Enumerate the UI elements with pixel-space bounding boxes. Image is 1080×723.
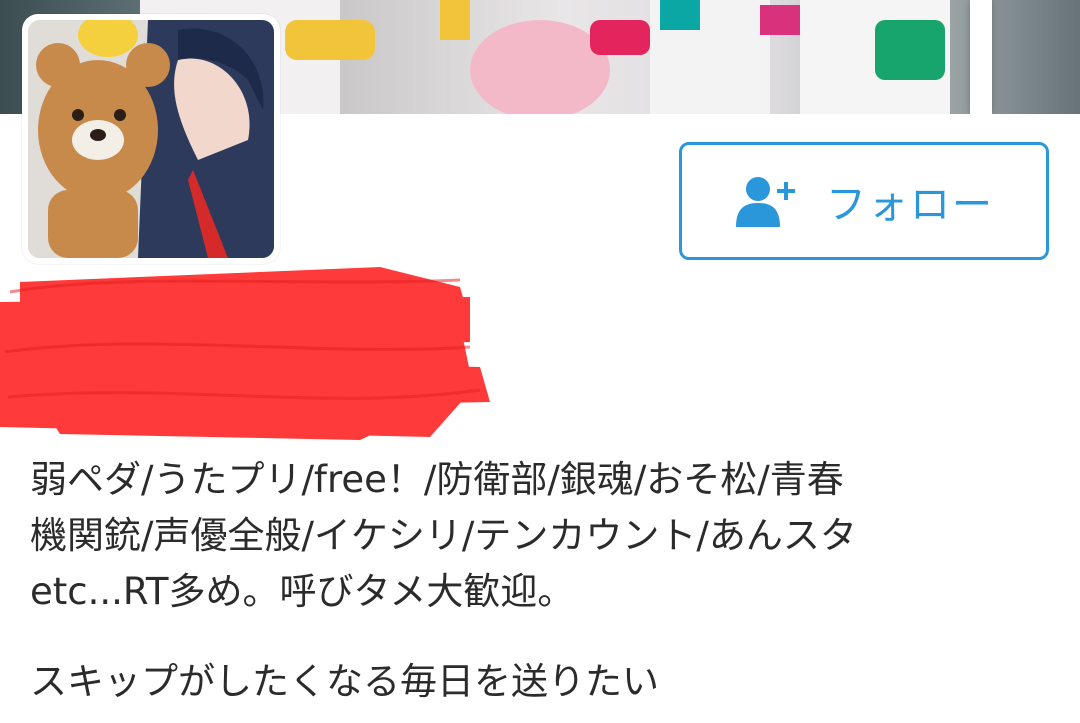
banner-photo-frame [970, 0, 992, 114]
follow-button[interactable]: フォロー [679, 142, 1049, 260]
bio-line: 弱ペダ/うたプリ/free！/防衛部/銀魂/おそ松/青春 [30, 458, 844, 501]
follow-button-label: フォロー [826, 182, 994, 228]
add-user-icon [736, 177, 795, 227]
bio-line: etc...RT多め。呼びタメ大歓迎。 [30, 570, 575, 613]
profile-avatar[interactable] [22, 14, 280, 264]
avatar-image [28, 20, 274, 258]
redacted-name-scribble [0, 262, 500, 442]
bio-tagline: スキップがしたくなる毎日を送りたい [30, 660, 659, 703]
profile-bio: 弱ペダ/うたプリ/free！/防衛部/銀魂/おそ松/青春 機関銃/声優全般/イケ… [30, 452, 1060, 620]
bio-line: 機関銃/声優全般/イケシリ/テンカウント/あんスタ [30, 514, 857, 557]
